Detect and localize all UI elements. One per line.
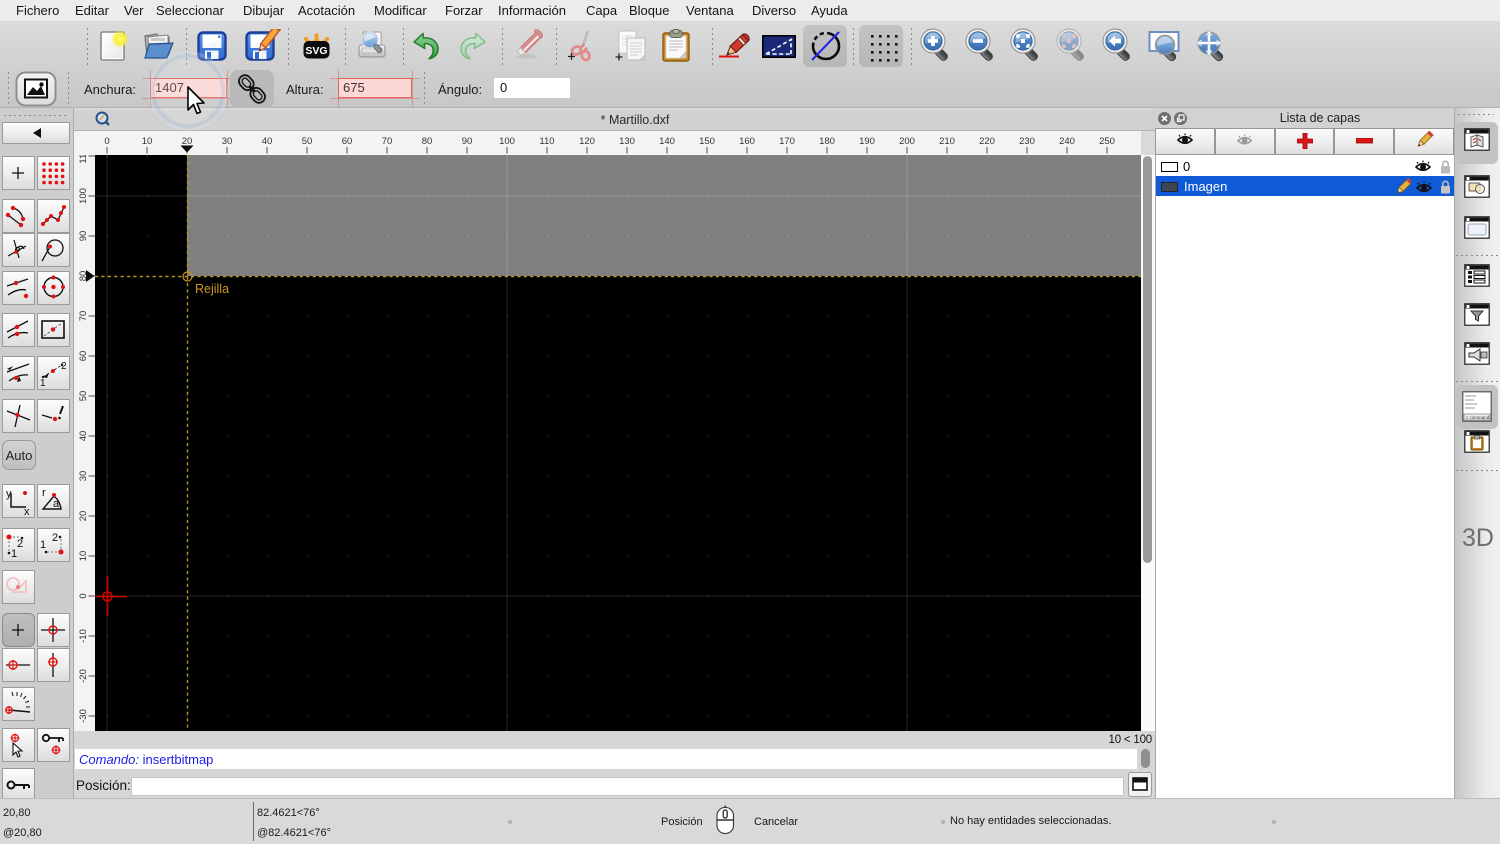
svg-text:20: 20: [182, 136, 193, 147]
svg-text:a: a: [53, 498, 60, 510]
svg-text:2: 2: [52, 532, 58, 544]
svg-text:1: 1: [11, 548, 17, 559]
svg-text:-30: -30: [78, 709, 89, 723]
svg-text:2: 2: [17, 538, 23, 550]
svg-text:50: 50: [302, 136, 313, 147]
svg-text:Rejilla: Rejilla: [195, 282, 229, 296]
svg-text:200: 200: [899, 136, 915, 147]
svg-text:60: 60: [78, 351, 89, 362]
svg-text:y: y: [6, 488, 12, 500]
svg-text:190: 190: [859, 136, 875, 147]
svg-text:40: 40: [78, 431, 89, 442]
svg-text:180: 180: [819, 136, 835, 147]
svg-text:120: 120: [579, 136, 595, 147]
svg-text:40: 40: [262, 136, 273, 147]
svg-text:160: 160: [739, 136, 755, 147]
svg-text:220: 220: [979, 136, 995, 147]
svg-text:210: 210: [939, 136, 955, 147]
svg-text:250: 250: [1099, 136, 1115, 147]
svg-text:60: 60: [342, 136, 353, 147]
svg-text:-10: -10: [78, 629, 89, 643]
svg-text:70: 70: [382, 136, 393, 147]
svg-text:1: 1: [40, 539, 46, 551]
svg-text:30: 30: [222, 136, 233, 147]
svg-text:10: 10: [78, 551, 89, 562]
svg-text:80: 80: [422, 136, 433, 147]
svg-text:100: 100: [78, 188, 89, 204]
svg-text:30: 30: [78, 471, 89, 482]
svg-text:2: 2: [61, 361, 67, 372]
svg-text:140: 140: [659, 136, 675, 147]
svg-text:100: 100: [499, 136, 515, 147]
svg-text:r: r: [42, 487, 46, 499]
svg-text:70: 70: [78, 311, 89, 322]
svg-text:SVG: SVG: [305, 45, 327, 57]
svg-text:90: 90: [462, 136, 473, 147]
svg-text:10: 10: [142, 136, 153, 147]
svg-text:0: 0: [78, 593, 89, 598]
svg-text:c command: c command: [1466, 415, 1490, 420]
svg-text:130: 130: [619, 136, 635, 147]
svg-text:90: 90: [78, 231, 89, 242]
svg-text:0: 0: [104, 136, 109, 147]
svg-text:170: 170: [779, 136, 795, 147]
svg-text:230: 230: [1019, 136, 1035, 147]
svg-text:50: 50: [78, 391, 89, 402]
svg-text:110: 110: [539, 136, 554, 147]
svg-text:110: 110: [78, 155, 89, 164]
svg-text:-20: -20: [78, 669, 89, 683]
svg-text:x: x: [24, 506, 30, 515]
svg-text:240: 240: [1059, 136, 1075, 147]
svg-text:150: 150: [699, 136, 715, 147]
svg-text:20: 20: [78, 511, 89, 522]
svg-text:1: 1: [40, 378, 46, 387]
